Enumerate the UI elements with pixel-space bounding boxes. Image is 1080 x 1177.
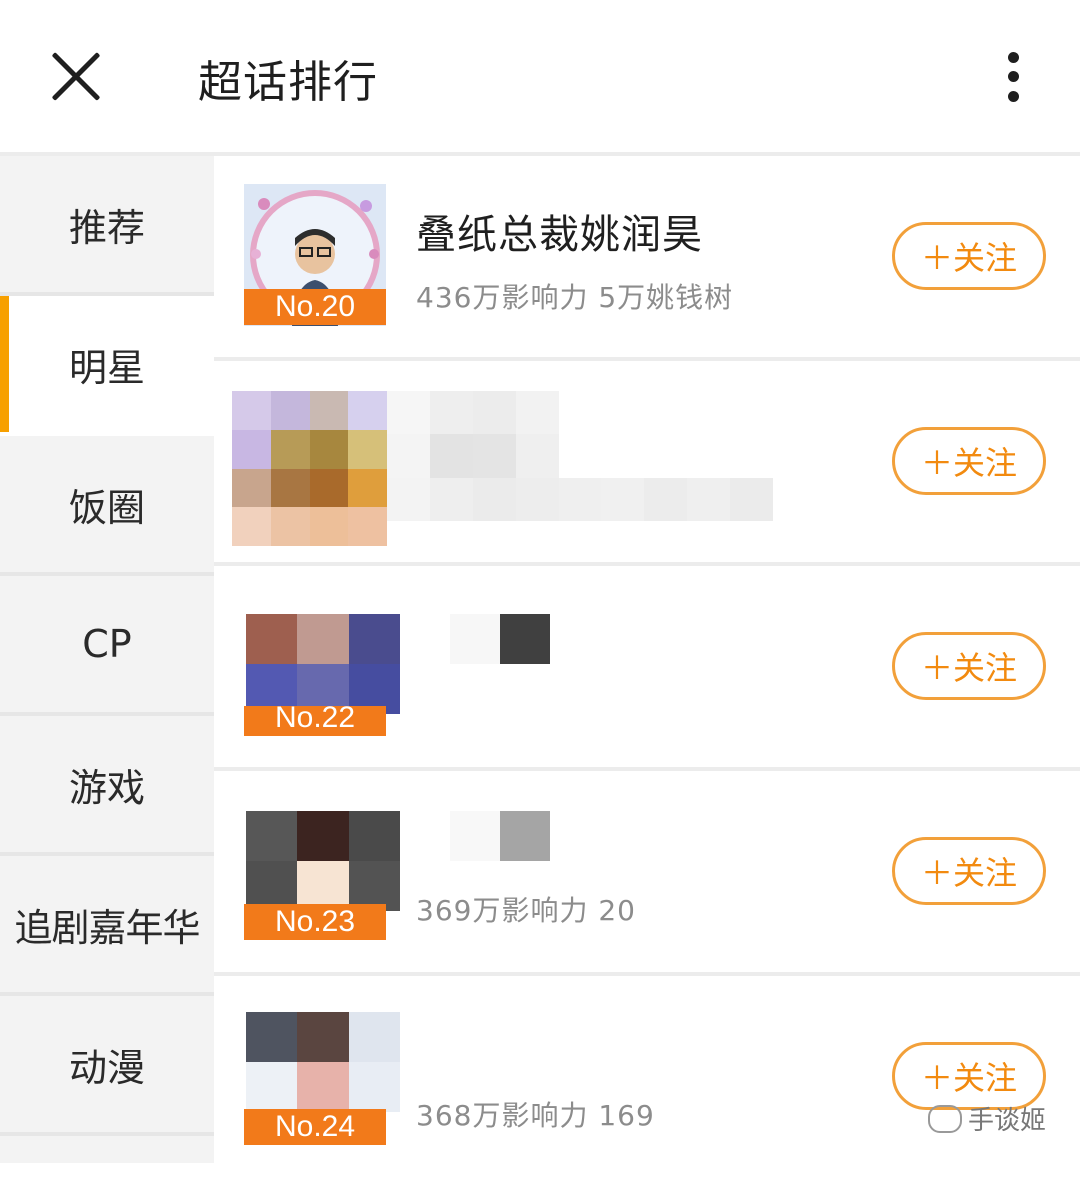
topic-stats: 369万影响力 20 [416, 894, 636, 927]
category-sidebar: 推荐 明星 饭圈 CP 游戏 追剧嘉年华 动漫 [0, 156, 214, 1163]
list-item[interactable]: No.20 叠纸总裁姚润昊 436万影响力 5万姚钱树 ＋关注 [214, 156, 1080, 361]
sidebar-item-anime[interactable]: 动漫 [0, 996, 214, 1136]
ranking-list: No.20 叠纸总裁姚润昊 436万影响力 5万姚钱树 ＋关注 ＋关注 No.2… [214, 156, 1080, 1177]
sidebar-item-label: CP [82, 622, 132, 666]
sidebar-item-games[interactable]: 游戏 [0, 716, 214, 856]
blurred-text [450, 614, 550, 664]
sidebar-item-label: 追剧嘉年华 [14, 905, 200, 950]
topic-name: 叠纸总裁姚润昊 [416, 212, 703, 258]
sidebar-item-label: 游戏 [68, 765, 145, 810]
sidebar-item-label: 动漫 [68, 1045, 145, 1090]
avatar [246, 614, 400, 714]
more-options-icon[interactable] [1000, 50, 1028, 106]
topic-stats: 436万影响力 5万姚钱树 [416, 281, 734, 314]
blurred-text [450, 811, 550, 861]
sidebar-item-label: 明星 [68, 345, 145, 390]
wechat-icon [928, 1104, 962, 1133]
rank-badge: No.24 [244, 1109, 386, 1145]
rank-badge: No.20 [244, 289, 386, 325]
sidebar-item-recommend[interactable]: 推荐 [0, 156, 214, 296]
close-icon[interactable] [50, 50, 102, 102]
sidebar-item-label: 饭圈 [68, 485, 145, 530]
list-item[interactable]: No.24 368万影响力 169 ＋关注 [214, 976, 1080, 1177]
sidebar-item-label: 推荐 [68, 205, 145, 250]
sidebar-item-fandom[interactable]: 饭圈 [0, 436, 214, 576]
follow-button[interactable]: ＋关注 [892, 837, 1046, 905]
avatar [246, 1012, 400, 1112]
watermark: 手谈姬 [928, 1100, 1046, 1137]
follow-button[interactable]: ＋关注 [892, 427, 1046, 495]
sidebar-item-drama-carnival[interactable]: 追剧嘉年华 [0, 856, 214, 996]
list-item[interactable]: ＋关注 [214, 361, 1080, 566]
watermark-text: 手谈姬 [968, 1106, 1047, 1136]
avatar [246, 811, 400, 911]
top-bar: 超话排行 [0, 0, 1080, 156]
avatar [232, 391, 387, 546]
rank-badge: No.22 [244, 706, 386, 736]
list-item[interactable]: No.23 369万影响力 20 ＋关注 [214, 771, 1080, 976]
topic-stats: 368万影响力 169 [416, 1099, 655, 1132]
sidebar-item-cp[interactable]: CP [0, 576, 214, 716]
rank-badge: No.23 [244, 904, 386, 940]
blurred-text [387, 391, 773, 521]
sidebar-item-stars[interactable]: 明星 [0, 296, 214, 436]
page-title: 超话排行 [198, 57, 378, 108]
follow-button[interactable]: ＋关注 [892, 222, 1046, 290]
follow-button[interactable]: ＋关注 [892, 632, 1046, 700]
list-item[interactable]: No.22 ＋关注 [214, 566, 1080, 771]
